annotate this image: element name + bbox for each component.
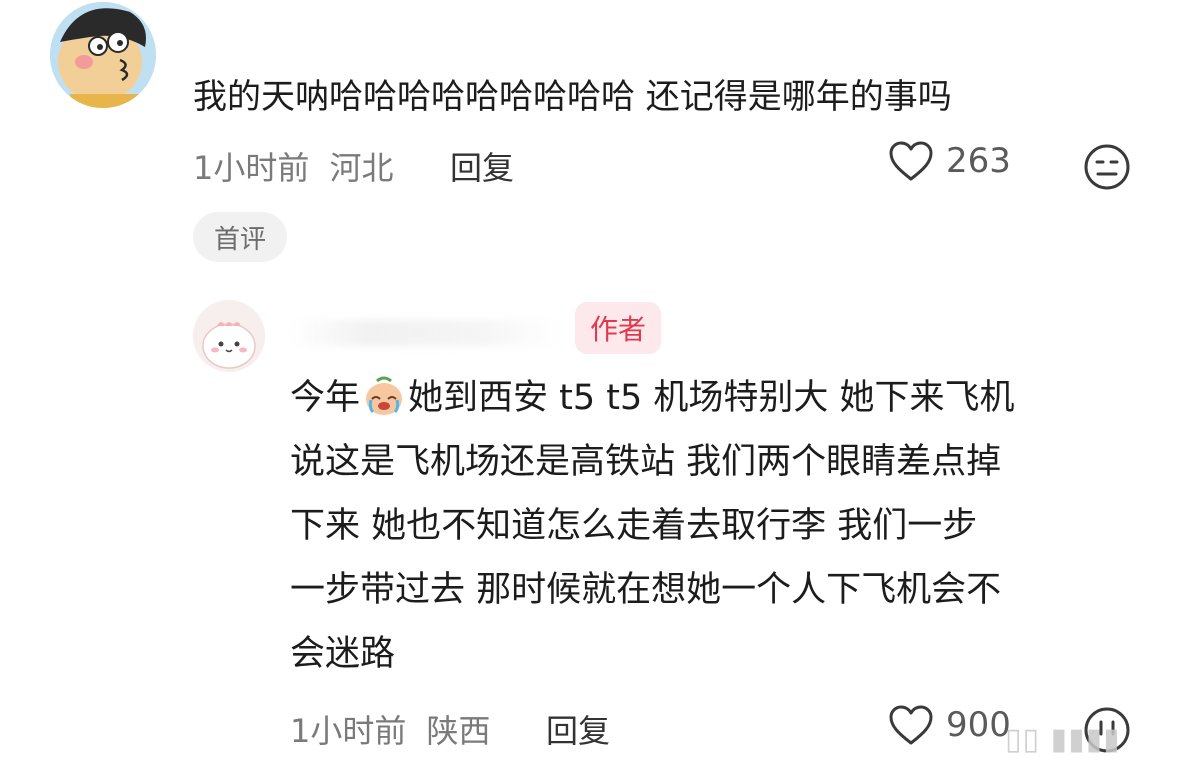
comment-time: 1小时前 bbox=[193, 149, 310, 187]
comment-location: 河北 bbox=[329, 149, 394, 187]
heart-outline-icon bbox=[889, 141, 933, 181]
author-avatar[interactable] bbox=[193, 300, 265, 372]
reply-time: 1小时前 bbox=[290, 712, 407, 750]
first-comment-badge: 首评 bbox=[193, 212, 287, 262]
reply-location: 陕西 bbox=[426, 712, 491, 750]
reply-line: 下来 她也不知道怎么走着去取行李 我们一步 bbox=[290, 506, 978, 546]
reply-text: 今年 她到西安 t5 t5 机场特别大 她下来飞机 说这是飞机场还是高铁站 我们… bbox=[290, 366, 1150, 686]
reply-line: 一步带过去 那时候就在想她一个人下飞机会不 bbox=[290, 570, 1002, 610]
reply-like-button[interactable]: 900 bbox=[888, 704, 1011, 746]
commenter-avatar[interactable] bbox=[50, 2, 156, 108]
reply-line-text: 今年 bbox=[290, 378, 361, 418]
heart-outline-icon bbox=[889, 705, 933, 745]
reply-line: 说这是飞机场还是高铁站 我们两个眼睛差点掉 bbox=[290, 442, 1002, 482]
reply-like-count: 900 bbox=[946, 705, 1011, 745]
meh-face-icon bbox=[1084, 144, 1130, 190]
reply-line-text: 她到西安 t5 t5 机场特别大 她下来飞机 bbox=[408, 378, 1015, 418]
reply-to-reply-button[interactable]: 回复 bbox=[546, 706, 610, 752]
watermark: ▯▯ ▮▮▮▮ bbox=[1005, 722, 1121, 757]
reply-button[interactable]: 回复 bbox=[450, 143, 514, 189]
like-button[interactable]: 263 bbox=[888, 140, 1011, 182]
author-tag: 作者 bbox=[575, 302, 661, 354]
reply-meta: 1小时前 陕西 bbox=[290, 706, 491, 752]
reply-line: 会迷路 bbox=[290, 634, 396, 674]
dislike-button[interactable] bbox=[1083, 143, 1131, 191]
reply-line: 今年 她到西安 t5 t5 机场特别大 她下来飞机 bbox=[290, 366, 1150, 430]
comment-text: 我的天呐哈哈哈哈哈哈哈哈哈 还记得是哪年的事吗 bbox=[193, 77, 952, 117]
crying-emoji-icon bbox=[362, 373, 406, 417]
like-count: 263 bbox=[946, 141, 1011, 181]
comment-meta: 1小时前 河北 bbox=[193, 143, 394, 189]
author-name-blurred bbox=[290, 320, 560, 346]
